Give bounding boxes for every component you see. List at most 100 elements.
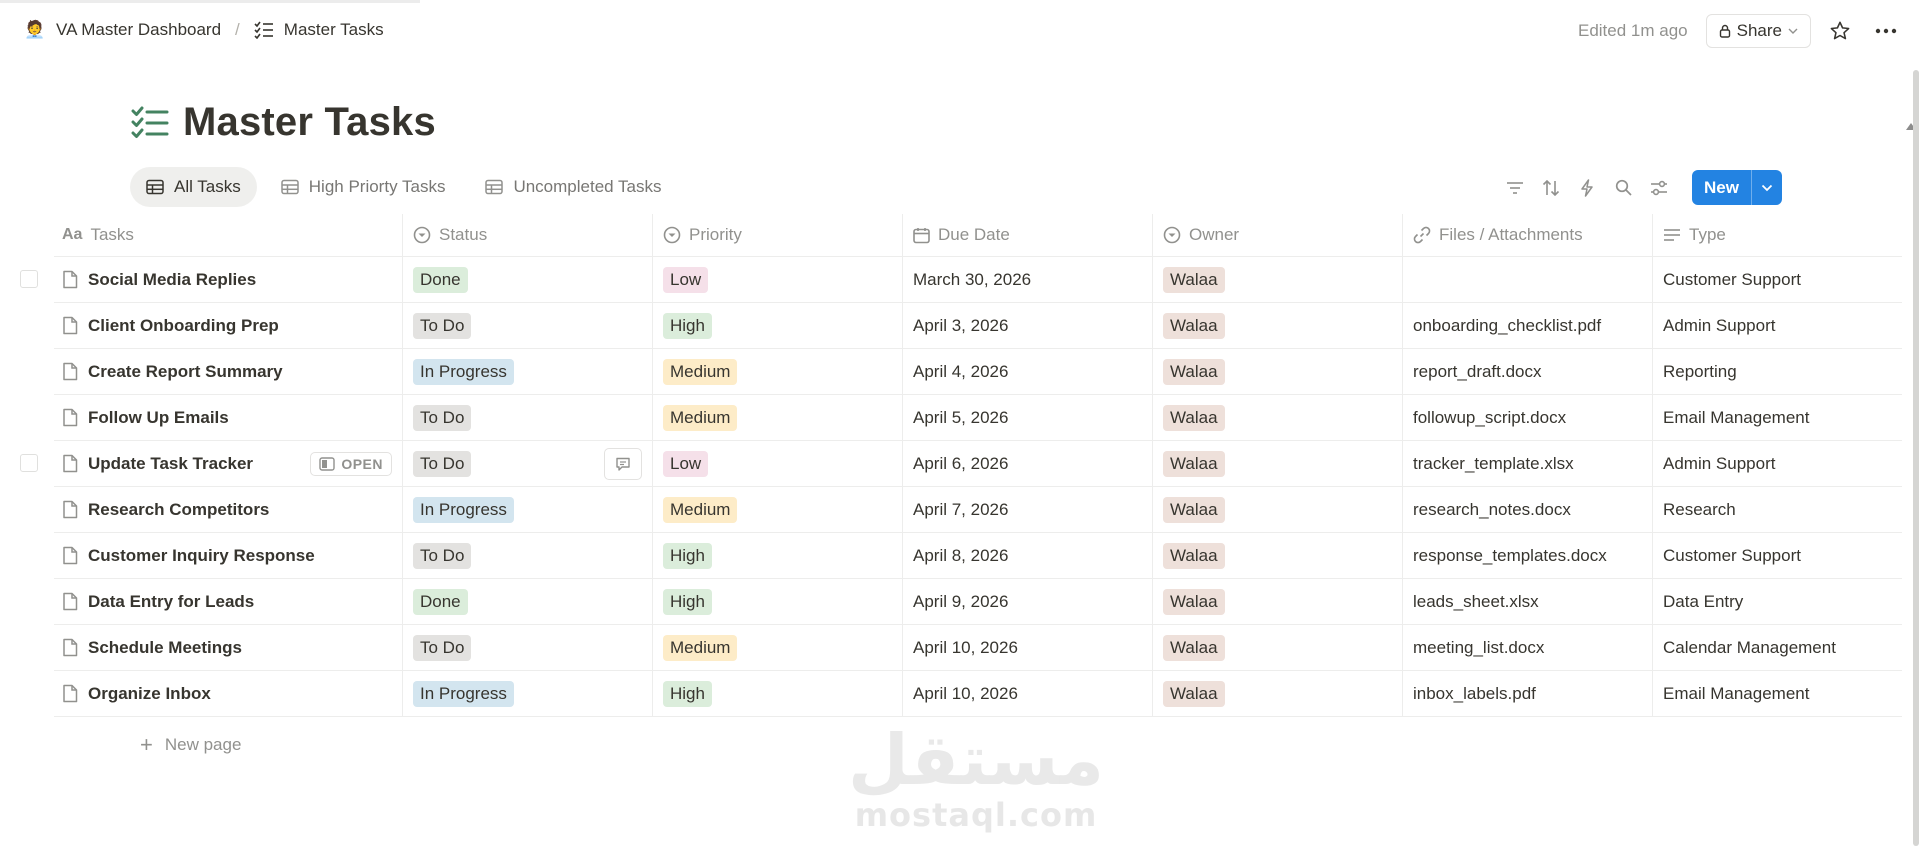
cell-task[interactable]: Research Competitors — [54, 487, 403, 532]
breadcrumb-page[interactable]: Master Tasks — [254, 20, 384, 40]
filter-button[interactable] — [1502, 171, 1528, 205]
cell-files[interactable] — [1403, 257, 1653, 302]
cell-owner[interactable]: Walaa — [1153, 625, 1403, 670]
cell-type[interactable]: Customer Support — [1653, 257, 1902, 302]
file-name[interactable]: response_templates.docx — [1413, 546, 1607, 566]
sort-button[interactable] — [1538, 171, 1564, 205]
cell-priority[interactable]: High — [653, 579, 903, 624]
cell-owner[interactable]: Walaa — [1153, 487, 1403, 532]
cell-due-date[interactable]: April 5, 2026 — [903, 395, 1153, 440]
cell-status[interactable]: Done — [403, 579, 653, 624]
open-row-button[interactable]: OPEN — [310, 451, 392, 476]
cell-type[interactable]: Data Entry — [1653, 579, 1902, 624]
cell-type[interactable]: Email Management — [1653, 671, 1902, 716]
cell-type[interactable]: Reporting — [1653, 349, 1902, 394]
cell-files[interactable]: tracker_template.xlsx — [1403, 441, 1653, 486]
cell-task[interactable]: Data Entry for Leads — [54, 579, 403, 624]
tab-high-priority-tasks[interactable]: High Priorty Tasks — [265, 167, 462, 207]
table-row[interactable]: Follow Up Emails To Do Medium April 5, 2026… — [54, 395, 1902, 441]
task-name[interactable]: Follow Up Emails — [88, 408, 229, 428]
cell-task[interactable]: Client Onboarding Prep — [54, 303, 403, 348]
cell-due-date[interactable]: April 10, 2026 — [903, 625, 1153, 670]
task-name[interactable]: Research Competitors — [88, 500, 269, 520]
task-name[interactable]: Create Report Summary — [88, 362, 283, 382]
table-row[interactable]: Client Onboarding Prep To Do High April 3, … — [54, 303, 1902, 349]
scrollbar-thumb[interactable] — [1913, 70, 1919, 846]
cell-owner[interactable]: Walaa — [1153, 533, 1403, 578]
favorite-star-button[interactable] — [1823, 14, 1857, 48]
task-name[interactable]: Social Media Replies — [88, 270, 256, 290]
table-row[interactable]: Update Task Tracker OPEN To Do Low April 6, … — [20, 441, 1902, 487]
cell-task[interactable]: Follow Up Emails — [54, 395, 403, 440]
cell-due-date[interactable]: March 30, 2026 — [903, 257, 1153, 302]
cell-priority[interactable]: Low — [653, 257, 903, 302]
cell-owner[interactable]: Walaa — [1153, 671, 1403, 716]
file-name[interactable]: leads_sheet.xlsx — [1413, 592, 1539, 612]
automation-button[interactable] — [1574, 171, 1600, 205]
cell-due-date[interactable]: April 7, 2026 — [903, 487, 1153, 532]
file-name[interactable]: onboarding_checklist.pdf — [1413, 316, 1601, 336]
cell-task[interactable]: Update Task Tracker OPEN — [54, 441, 403, 486]
cell-status[interactable]: Done — [403, 257, 653, 302]
cell-status[interactable]: To Do — [403, 625, 653, 670]
cell-type[interactable]: Admin Support — [1653, 303, 1902, 348]
cell-files[interactable]: research_notes.docx — [1403, 487, 1653, 532]
file-name[interactable]: followup_script.docx — [1413, 408, 1566, 428]
cell-due-date[interactable]: April 10, 2026 — [903, 671, 1153, 716]
column-header-owner[interactable]: Owner — [1153, 214, 1403, 256]
cell-owner[interactable]: Walaa — [1153, 441, 1403, 486]
breadcrumb-workspace[interactable]: 🧑‍💼 VA Master Dashboard — [24, 20, 221, 40]
table-row[interactable]: Social Media Replies Done Low March 30, 202… — [20, 257, 1902, 303]
task-name[interactable]: Schedule Meetings — [88, 638, 242, 658]
cell-task[interactable]: Create Report Summary — [54, 349, 403, 394]
new-page-button[interactable]: + New page — [140, 732, 241, 758]
file-name[interactable]: report_draft.docx — [1413, 362, 1542, 382]
new-dropdown-button[interactable] — [1752, 170, 1782, 205]
cell-priority[interactable]: Medium — [653, 625, 903, 670]
cell-status[interactable]: To Do — [403, 303, 653, 348]
task-name[interactable]: Client Onboarding Prep — [88, 316, 279, 336]
task-name[interactable]: Data Entry for Leads — [88, 592, 254, 612]
page-title[interactable]: Master Tasks — [183, 100, 436, 145]
cell-owner[interactable]: Walaa — [1153, 303, 1403, 348]
cell-status[interactable]: To Do — [403, 441, 653, 486]
cell-type[interactable]: Admin Support — [1653, 441, 1902, 486]
cell-type[interactable]: Customer Support — [1653, 533, 1902, 578]
cell-owner[interactable]: Walaa — [1153, 349, 1403, 394]
cell-task[interactable]: Customer Inquiry Response — [54, 533, 403, 578]
cell-priority[interactable]: Low — [653, 441, 903, 486]
file-name[interactable]: research_notes.docx — [1413, 500, 1571, 520]
cell-files[interactable]: meeting_list.docx — [1403, 625, 1653, 670]
column-header-priority[interactable]: Priority — [653, 214, 903, 256]
row-select-checkbox[interactable] — [20, 454, 38, 472]
task-name[interactable]: Customer Inquiry Response — [88, 546, 315, 566]
cell-due-date[interactable]: April 6, 2026 — [903, 441, 1153, 486]
cell-files[interactable]: leads_sheet.xlsx — [1403, 579, 1653, 624]
share-button[interactable]: Share — [1705, 14, 1811, 48]
settings-button[interactable] — [1646, 171, 1672, 205]
cell-priority[interactable]: High — [653, 671, 903, 716]
cell-owner[interactable]: Walaa — [1153, 579, 1403, 624]
cell-status[interactable]: In Progress — [403, 349, 653, 394]
tab-uncompleted-tasks[interactable]: Uncompleted Tasks — [469, 167, 677, 207]
cell-priority[interactable]: Medium — [653, 349, 903, 394]
tab-all-tasks[interactable]: All Tasks — [130, 167, 257, 207]
cell-task[interactable]: Schedule Meetings — [54, 625, 403, 670]
cell-type[interactable]: Research — [1653, 487, 1902, 532]
table-row[interactable]: Customer Inquiry Response To Do High April … — [54, 533, 1902, 579]
cell-files[interactable]: inbox_labels.pdf — [1403, 671, 1653, 716]
table-row[interactable]: Create Report Summary In Progress Medium Ap… — [54, 349, 1902, 395]
task-name[interactable]: Update Task Tracker — [88, 454, 253, 474]
cell-due-date[interactable]: April 8, 2026 — [903, 533, 1153, 578]
search-button[interactable] — [1610, 171, 1636, 205]
cell-files[interactable]: onboarding_checklist.pdf — [1403, 303, 1653, 348]
new-button[interactable]: New — [1692, 170, 1752, 205]
cell-priority[interactable]: High — [653, 303, 903, 348]
cell-status[interactable]: To Do — [403, 533, 653, 578]
file-name[interactable]: tracker_template.xlsx — [1413, 454, 1574, 474]
cell-priority[interactable]: High — [653, 533, 903, 578]
row-select-checkbox[interactable] — [20, 270, 38, 288]
cell-status[interactable]: In Progress — [403, 671, 653, 716]
cell-priority[interactable]: Medium — [653, 395, 903, 440]
cell-task[interactable]: Organize Inbox — [54, 671, 403, 716]
